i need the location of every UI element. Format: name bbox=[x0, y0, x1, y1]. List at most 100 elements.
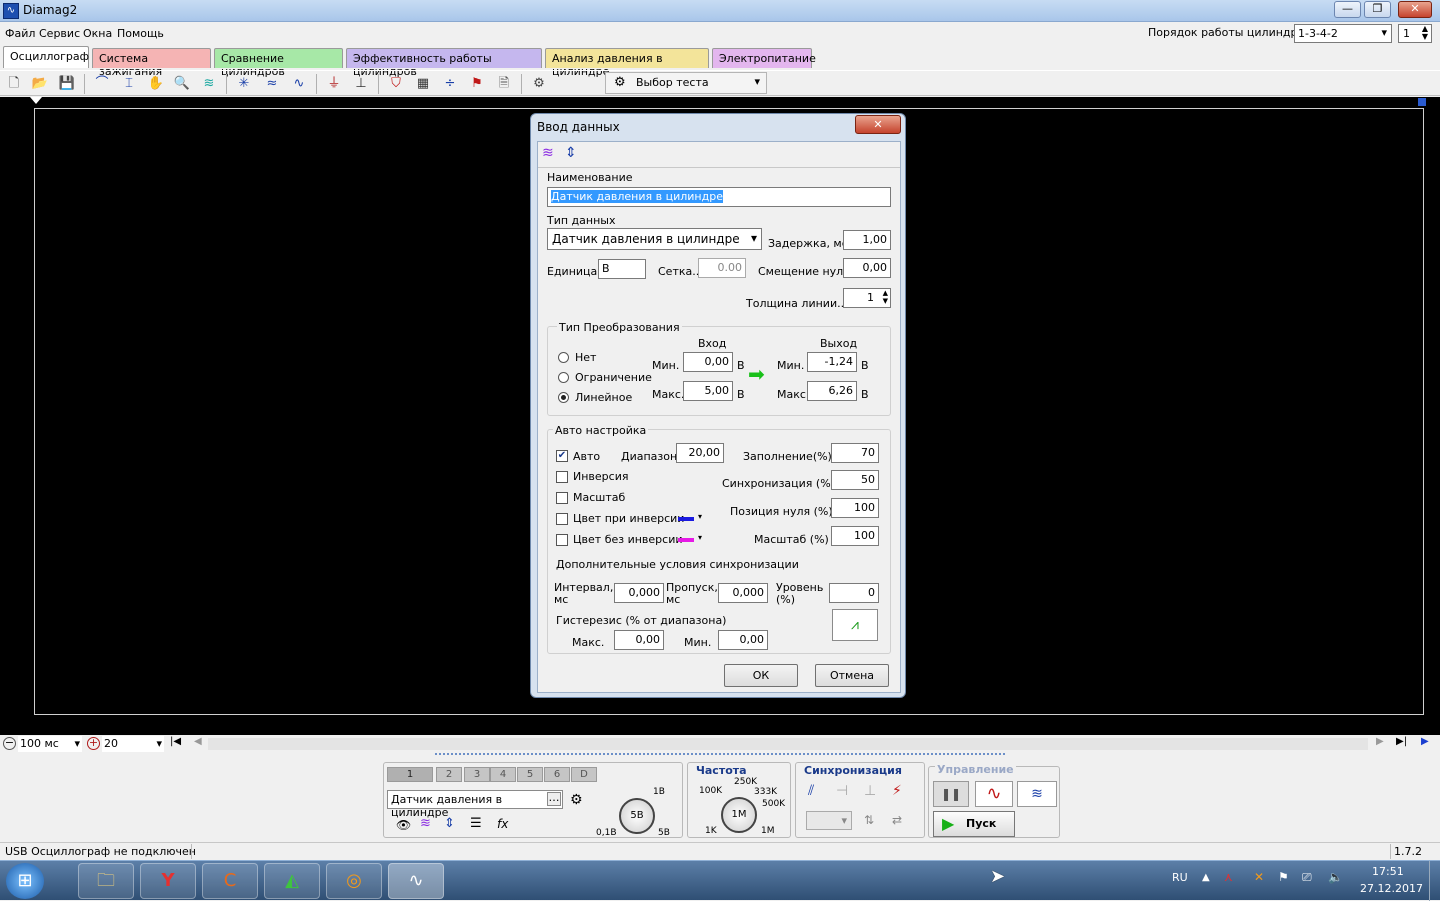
explorer-taskbar-icon[interactable]: 🗀 bbox=[78, 863, 134, 899]
zoom-out-icon[interactable]: − bbox=[3, 737, 16, 750]
tray-avast-icon[interactable]: ✕ bbox=[1254, 870, 1264, 884]
channel-settings-icon[interactable]: ⚙ bbox=[570, 792, 583, 808]
channel-d-button[interactable]: D bbox=[571, 767, 597, 782]
test-select[interactable]: ⚙ Выбор теста ▾ bbox=[605, 72, 767, 94]
interval-input[interactable]: 0,000 bbox=[614, 583, 664, 603]
clock-date[interactable]: 27.12.2017 bbox=[1360, 882, 1423, 895]
voltage-knob[interactable]: 5В bbox=[619, 798, 655, 834]
waves-icon[interactable]: ≋ bbox=[420, 816, 431, 831]
first-page-icon[interactable]: |◀ bbox=[170, 736, 181, 747]
app-taskbar-icon[interactable]: ◭ bbox=[264, 863, 320, 899]
conversion-linear-radio[interactable] bbox=[558, 392, 569, 403]
yandex-taskbar-icon[interactable]: Y bbox=[140, 863, 196, 899]
close-button[interactable]: ✕ bbox=[1398, 1, 1432, 18]
range-input[interactable]: 20,00 bbox=[676, 443, 724, 463]
channel-5-button[interactable]: 5 bbox=[517, 767, 543, 782]
waves-icon[interactable]: ≋ bbox=[542, 145, 554, 161]
avast-taskbar-icon[interactable]: ◎ bbox=[326, 863, 382, 899]
fill-input[interactable]: 70 bbox=[831, 443, 879, 463]
menu-windows[interactable]: Окна bbox=[83, 27, 112, 40]
menu-help[interactable]: Помощь bbox=[117, 27, 164, 40]
count-select[interactable]: 20 ▾ bbox=[102, 736, 164, 752]
output-max-field[interactable]: 6,26 bbox=[807, 381, 857, 401]
chevron-down-icon[interactable]: ▾ bbox=[698, 533, 702, 542]
menu-file[interactable]: Файл bbox=[5, 27, 35, 40]
start-menu-icon[interactable]: ⊞ bbox=[6, 863, 44, 899]
channel-name-browse-button[interactable]: … bbox=[547, 792, 561, 806]
invert-color-checkbox[interactable] bbox=[556, 513, 568, 525]
apply-auto-settings-button[interactable]: ⩘ bbox=[832, 609, 878, 641]
auto-checkbox[interactable]: ✔ bbox=[556, 450, 568, 462]
sync-percent-input[interactable]: 50 bbox=[831, 470, 879, 490]
unit-input[interactable]: В bbox=[598, 259, 646, 279]
tray-network-icon[interactable]: ⎚ bbox=[1302, 870, 1312, 885]
channel-3-button[interactable]: 3 bbox=[464, 767, 490, 782]
dialog-close-button[interactable]: ✕ bbox=[855, 115, 901, 134]
multi-wave-button[interactable]: ≋ bbox=[1017, 781, 1057, 807]
auto-sync-icon[interactable]: ⏚ bbox=[324, 74, 344, 94]
next-icon[interactable]: ▶ bbox=[1376, 736, 1384, 747]
channel-name-field[interactable]: Датчик давления в цилиндре bbox=[387, 790, 563, 819]
tab-ignition[interactable]: Система зажигания bbox=[92, 48, 211, 78]
tray-volume-icon[interactable]: 🔈 bbox=[1328, 870, 1343, 884]
tab-pressure-analysis[interactable]: Анализ давления в цилиндре bbox=[545, 48, 709, 78]
start-button[interactable]: ▶ Пуск bbox=[933, 811, 1015, 837]
split-icon[interactable]: ✳ bbox=[234, 74, 254, 94]
pulse-edge-icon[interactable]: ⊥ bbox=[864, 783, 876, 799]
conversion-none-radio[interactable] bbox=[558, 352, 569, 363]
invert-color-swatch[interactable] bbox=[678, 517, 694, 521]
noinvert-color-checkbox[interactable] bbox=[556, 534, 568, 546]
hysteresis-max-input[interactable]: 0,00 bbox=[614, 630, 664, 650]
tab-cylinder-compare[interactable]: Сравнение цилиндров bbox=[214, 48, 343, 78]
line-style-icon[interactable]: ☰ bbox=[470, 816, 482, 831]
hand-tool-icon[interactable]: ✋ bbox=[146, 74, 166, 94]
chevron-down-icon[interactable]: ▾ bbox=[698, 512, 702, 521]
delay-input[interactable]: 1,00 bbox=[843, 230, 891, 250]
eye-icon[interactable]: 👁 bbox=[396, 818, 411, 832]
vertical-move-icon[interactable]: ⇕ bbox=[565, 145, 577, 161]
signal-stack-icon[interactable]: ≋ bbox=[199, 74, 219, 94]
input-max-field[interactable]: 5,00 bbox=[683, 381, 733, 401]
scale-checkbox[interactable] bbox=[556, 492, 568, 504]
trigger-marker-icon[interactable] bbox=[30, 97, 42, 104]
sync-source-select[interactable]: ▾ bbox=[806, 811, 852, 830]
vertical-move-icon[interactable]: ⇕ bbox=[444, 816, 455, 831]
vertical-cursor-icon[interactable]: ⌶ bbox=[119, 74, 139, 94]
open-folder-icon[interactable]: 📂 bbox=[30, 74, 50, 94]
tray-expand-icon[interactable]: ▲ bbox=[1202, 872, 1210, 883]
falling-edge-icon[interactable]: ⊣ bbox=[836, 783, 848, 799]
flag-icon[interactable]: ⚑ bbox=[467, 74, 487, 94]
zoom-in-icon[interactable]: + bbox=[87, 737, 100, 750]
panel-splitter[interactable] bbox=[435, 753, 1005, 757]
scale-percent-input[interactable]: 100 bbox=[831, 526, 879, 546]
invert-checkbox[interactable] bbox=[556, 471, 568, 483]
ccleaner-taskbar-icon[interactable]: C bbox=[202, 863, 258, 899]
tab-oscilloscope[interactable]: Осциллограф bbox=[3, 46, 89, 68]
auto-sync-icon[interactable]: ⚡ bbox=[892, 783, 902, 799]
divide-icon[interactable]: ÷ bbox=[440, 74, 460, 94]
output-min-field[interactable]: -1,24 bbox=[807, 352, 857, 372]
hysteresis-min-input[interactable]: 0,00 bbox=[718, 630, 768, 650]
zoom-icon[interactable]: 🔍 bbox=[172, 74, 192, 94]
last-page-icon[interactable]: ▶| bbox=[1396, 736, 1407, 747]
diamag-taskbar-icon[interactable]: ∿ bbox=[388, 863, 444, 899]
clock-time[interactable]: 17:51 bbox=[1372, 865, 1404, 878]
tab-power-supply[interactable]: Электропитание bbox=[712, 48, 816, 68]
save-icon[interactable]: 💾 bbox=[57, 74, 77, 94]
line-width-spin[interactable]: 1 ▲ ▼ bbox=[843, 288, 891, 308]
scroll-marker-icon[interactable] bbox=[1418, 98, 1426, 106]
channel-4-button[interactable]: 4 bbox=[490, 767, 516, 782]
data-type-select[interactable]: Датчик давления в цилиндре ▾ bbox=[547, 228, 762, 250]
rising-edge-icon[interactable]: ⫽ bbox=[808, 783, 814, 799]
overlay-waves-icon[interactable]: ∿ bbox=[289, 74, 309, 94]
cancel-button[interactable]: Отмена bbox=[815, 664, 889, 687]
zero-level-icon[interactable]: ⊥ bbox=[351, 74, 371, 94]
tray-app-icon[interactable]: ⋏ bbox=[1224, 870, 1233, 884]
time-scrollbar[interactable] bbox=[208, 738, 1368, 750]
channel-1-button[interactable]: 1 bbox=[387, 767, 433, 782]
zero-offset-input[interactable]: 0,00 bbox=[843, 258, 891, 278]
zero-position-input[interactable]: 100 bbox=[831, 498, 879, 518]
cursor-curve-icon[interactable]: ⌒ bbox=[92, 74, 112, 94]
cylinder-order-select[interactable]: 1-3-4-2 ▾ bbox=[1294, 24, 1392, 43]
ok-button[interactable]: ОК bbox=[724, 664, 798, 687]
